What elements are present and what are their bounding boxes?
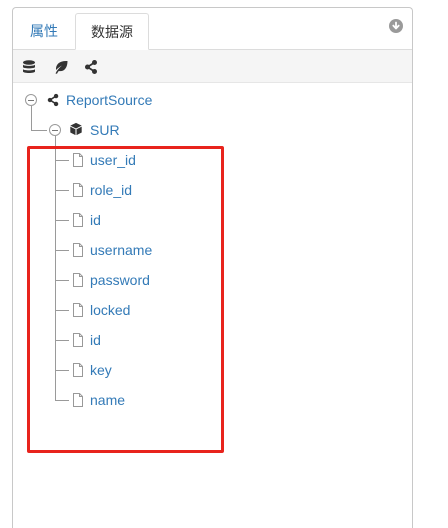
tree-root-label[interactable]: ReportSource (66, 90, 152, 110)
tree-connector (31, 130, 47, 131)
share-icon (47, 93, 59, 107)
tab-datasource[interactable]: 数据源 (75, 13, 149, 50)
share-icon[interactable] (83, 59, 99, 75)
toolbar (13, 50, 412, 83)
collapse-toggle-table[interactable] (49, 124, 61, 136)
tree-connector (31, 106, 32, 130)
cube-icon (70, 122, 82, 136)
tab-bar: 属性 数据源 (13, 8, 412, 50)
collapse-toggle-root[interactable] (25, 94, 37, 106)
database-icon[interactable] (21, 59, 37, 75)
tab-properties[interactable]: 属性 (16, 13, 72, 49)
tree-table-label[interactable]: SUR (90, 120, 120, 140)
leaf-icon[interactable] (53, 59, 69, 75)
collapse-circle-icon[interactable] (389, 19, 403, 33)
annotation-highlight-box (27, 146, 224, 453)
